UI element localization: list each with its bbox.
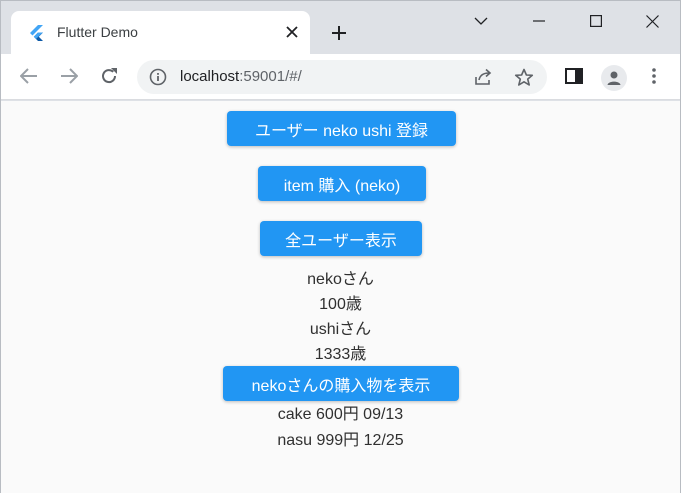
purchase-item: nasu 999円 12/25 bbox=[277, 432, 404, 449]
purchase-item: cake 600円 09/13 bbox=[277, 406, 404, 423]
new-tab-icon[interactable] bbox=[328, 22, 350, 44]
tab-title: Flutter Demo bbox=[57, 24, 138, 40]
user-age: 1333歳 bbox=[314, 346, 367, 363]
chevron-down-icon[interactable] bbox=[453, 1, 509, 41]
url-text[interactable]: localhost:59001/#/ bbox=[180, 68, 302, 85]
flutter-logo-icon bbox=[30, 25, 43, 41]
show-purchases-button[interactable]: nekoさんの購入物を表示 bbox=[223, 366, 459, 401]
more-menu-icon[interactable] bbox=[639, 61, 669, 91]
address-bar[interactable]: localhost:59001/#/ bbox=[137, 60, 547, 94]
title-bar: Flutter Demo bbox=[1, 1, 680, 54]
page-content: ユーザー neko ushi 登録 item 購入 (neko) 全ユーザー表示… bbox=[1, 101, 680, 493]
url-path: :59001/#/ bbox=[239, 68, 302, 85]
user-age: 100歳 bbox=[319, 296, 362, 313]
url-host: localhost bbox=[180, 68, 240, 85]
forward-arrow-icon[interactable] bbox=[54, 61, 84, 91]
browser-toolbar: localhost:59001/#/ bbox=[1, 54, 680, 100]
reload-icon[interactable] bbox=[94, 61, 124, 91]
show-all-users-button[interactable]: 全ユーザー表示 bbox=[260, 221, 422, 256]
close-icon[interactable] bbox=[624, 1, 680, 41]
back-arrow-icon[interactable] bbox=[14, 61, 44, 91]
user-name: nekoさん bbox=[307, 271, 374, 288]
bookmark-star-icon[interactable] bbox=[513, 66, 535, 88]
purchase-item-button[interactable]: item 購入 (neko) bbox=[258, 166, 426, 201]
info-icon[interactable] bbox=[149, 68, 167, 86]
browser-window: Flutter Demo localhost:59001/#/ ユーザー nek… bbox=[0, 0, 681, 493]
register-users-button[interactable]: ユーザー neko ushi 登録 bbox=[227, 111, 456, 146]
maximize-icon[interactable] bbox=[568, 1, 624, 41]
profile-avatar-icon[interactable] bbox=[601, 65, 627, 91]
tab-close-icon[interactable] bbox=[283, 23, 301, 41]
side-panel-icon[interactable] bbox=[559, 61, 589, 91]
user-name: ushiさん bbox=[309, 321, 372, 338]
minimize-icon[interactable] bbox=[511, 1, 567, 41]
share-icon[interactable] bbox=[473, 66, 495, 88]
browser-tab[interactable]: Flutter Demo bbox=[11, 11, 310, 54]
